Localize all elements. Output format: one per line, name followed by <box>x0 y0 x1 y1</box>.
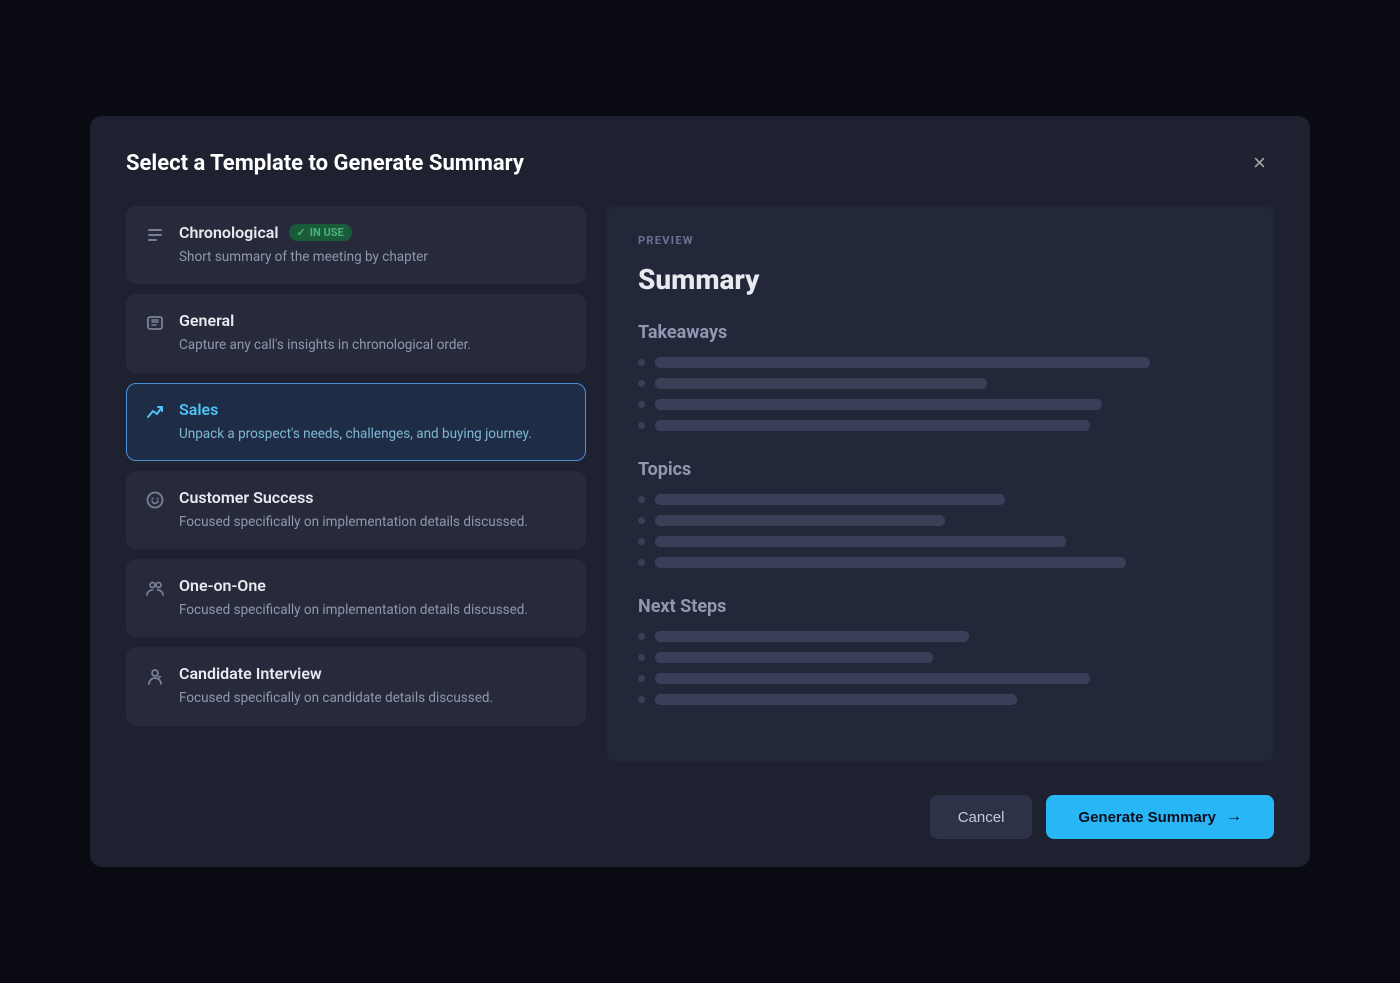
preview-section-title-1: Topics <box>638 459 1242 480</box>
template-desc-one-on-one: Focused specifically on implementation d… <box>179 602 528 618</box>
skeleton-row <box>638 652 1242 663</box>
template-name-general: General <box>179 311 234 330</box>
template-desc-customer-success: Focused specifically on implementation d… <box>179 514 528 530</box>
skeleton-row <box>638 673 1242 684</box>
skeleton-bar <box>655 631 969 642</box>
modal-title: Select a Template to Generate Summary <box>126 151 524 176</box>
preview-section-title-0: Takeaways <box>638 322 1242 343</box>
skeleton-row <box>638 536 1242 547</box>
generate-label: Generate Summary <box>1078 809 1216 826</box>
skeleton-dot <box>638 538 645 545</box>
skeleton-dot <box>638 380 645 387</box>
preview-section-2: Next Steps <box>638 596 1242 705</box>
skeleton-bar <box>655 357 1150 368</box>
skeleton-dot <box>638 422 645 429</box>
skeleton-row <box>638 357 1242 368</box>
arrow-icon: → <box>1226 808 1242 826</box>
modal-footer: Cancel Generate Summary → <box>126 785 1274 839</box>
skeleton-row <box>638 515 1242 526</box>
skeleton-row <box>638 494 1242 505</box>
skeleton-bar <box>655 515 945 526</box>
preview-section-0: Takeaways <box>638 322 1242 431</box>
cancel-button[interactable]: Cancel <box>930 795 1033 839</box>
template-name-customer-success: Customer Success <box>179 488 314 507</box>
template-icon-candidate-interview <box>145 666 165 691</box>
template-item-candidate-interview[interactable]: Candidate Interview Focused specifically… <box>126 647 586 725</box>
skeleton-row <box>638 378 1242 389</box>
skeleton-dot <box>638 633 645 640</box>
template-content-customer-success: Customer Success Focused specifically on… <box>179 488 567 532</box>
template-desc-sales: Unpack a prospect's needs, challenges, a… <box>179 426 532 442</box>
preview-label: PREVIEW <box>638 234 1242 247</box>
preview-section-1: Topics <box>638 459 1242 568</box>
skeleton-bar <box>655 536 1066 547</box>
skeleton-dot <box>638 517 645 524</box>
close-button[interactable]: × <box>1245 148 1274 178</box>
preview-panel: PREVIEW Summary Takeaways Topics N <box>606 206 1274 761</box>
skeleton-dot <box>638 401 645 408</box>
skeleton-row <box>638 631 1242 642</box>
skeleton-row <box>638 399 1242 410</box>
modal-overlay: Select a Template to Generate Summary × … <box>0 0 1400 983</box>
template-item-chronological[interactable]: Chronological ✓ IN USE Short summary of t… <box>126 206 586 284</box>
template-content-candidate-interview: Candidate Interview Focused specifically… <box>179 664 567 708</box>
skeleton-dot <box>638 675 645 682</box>
skeleton-bar <box>655 399 1102 410</box>
template-icon-chronological <box>145 225 165 250</box>
in-use-badge: ✓ IN USE <box>289 224 352 241</box>
skeleton-bar <box>655 694 1017 705</box>
template-item-sales[interactable]: Sales Unpack a prospect's needs, challen… <box>126 383 586 461</box>
generate-summary-button[interactable]: Generate Summary → <box>1046 795 1274 839</box>
skeleton-bar <box>655 673 1090 684</box>
template-content-one-on-one: One-on-One Focused specifically on imple… <box>179 576 567 620</box>
skeleton-bar <box>655 652 933 663</box>
template-content-sales: Sales Unpack a prospect's needs, challen… <box>179 400 567 444</box>
skeleton-bar <box>655 420 1090 431</box>
template-name-one-on-one: One-on-One <box>179 576 266 595</box>
template-content-general: General Capture any call's insights in c… <box>179 311 567 355</box>
template-item-one-on-one[interactable]: One-on-One Focused specifically on imple… <box>126 559 586 637</box>
template-desc-general: Capture any call's insights in chronolog… <box>179 337 471 353</box>
template-icon-general <box>145 313 165 338</box>
modal-body: Chronological ✓ IN USE Short summary of t… <box>126 206 1274 761</box>
skeleton-bar <box>655 378 987 389</box>
skeleton-dot <box>638 654 645 661</box>
preview-sections: Takeaways Topics Next Steps <box>638 322 1242 705</box>
skeleton-dot <box>638 696 645 703</box>
template-icon-sales <box>145 402 165 427</box>
preview-title: Summary <box>638 263 1242 296</box>
skeleton-bar <box>655 494 1005 505</box>
skeleton-dot <box>638 496 645 503</box>
modal: Select a Template to Generate Summary × … <box>90 116 1310 867</box>
template-item-general[interactable]: General Capture any call's insights in c… <box>126 294 586 372</box>
template-list: Chronological ✓ IN USE Short summary of t… <box>126 206 586 761</box>
skeleton-bar <box>655 557 1126 568</box>
skeleton-dot <box>638 559 645 566</box>
template-content-chronological: Chronological ✓ IN USE Short summary of t… <box>179 223 567 267</box>
template-name-candidate-interview: Candidate Interview <box>179 664 322 683</box>
modal-header: Select a Template to Generate Summary × <box>126 148 1274 178</box>
template-desc-chronological: Short summary of the meeting by chapter <box>179 249 428 265</box>
preview-section-title-2: Next Steps <box>638 596 1242 617</box>
template-desc-candidate-interview: Focused specifically on candidate detail… <box>179 690 493 706</box>
in-use-text: IN USE <box>310 226 344 239</box>
badge-check-icon: ✓ <box>297 226 306 239</box>
template-icon-customer-success <box>145 490 165 515</box>
skeleton-row <box>638 420 1242 431</box>
template-item-customer-success[interactable]: Customer Success Focused specifically on… <box>126 471 586 549</box>
template-name-sales: Sales <box>179 400 218 419</box>
skeleton-row <box>638 557 1242 568</box>
template-name-chronological: Chronological <box>179 223 279 242</box>
template-icon-one-on-one <box>145 578 165 603</box>
skeleton-row <box>638 694 1242 705</box>
skeleton-dot <box>638 359 645 366</box>
